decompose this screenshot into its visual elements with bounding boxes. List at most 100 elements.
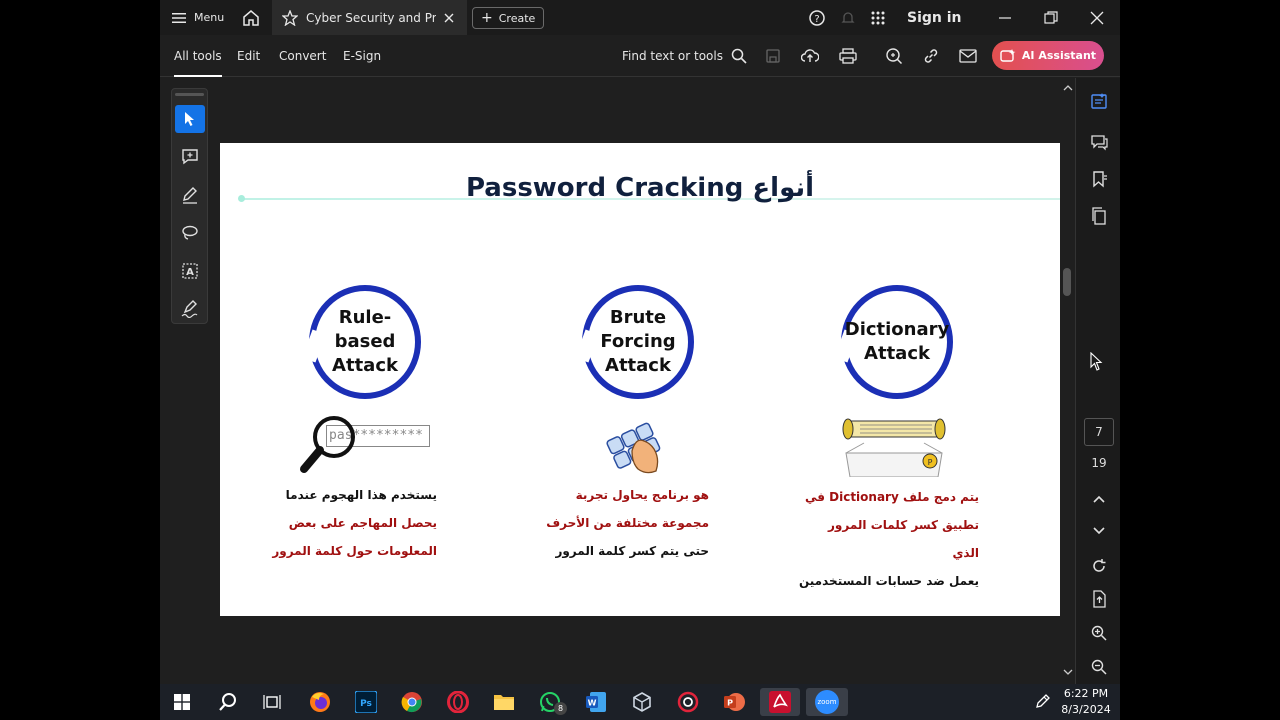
ai-assistant-label: AI Assistant xyxy=(1021,49,1097,62)
svg-text:Ps: Ps xyxy=(360,699,372,709)
apps-button[interactable] xyxy=(870,0,886,35)
notifications-button[interactable] xyxy=(840,0,856,35)
whatsapp-badge: 8 xyxy=(554,702,567,715)
extract-pages-button[interactable] xyxy=(1088,588,1110,610)
zoom-app[interactable]: zoom xyxy=(806,688,848,716)
page-export-icon xyxy=(1093,590,1106,608)
save-button[interactable] xyxy=(763,46,783,66)
zoom-out-icon xyxy=(1091,659,1107,675)
chrome-app[interactable] xyxy=(398,688,426,716)
pdf-reader-app[interactable] xyxy=(674,688,702,716)
photoshop-app[interactable]: Ps xyxy=(352,688,380,716)
swirl-app-icon xyxy=(677,691,699,713)
powerpoint-app[interactable]: P xyxy=(720,688,748,716)
acrobat-window: Menu Cyber Security and Prep... + Create… xyxy=(160,0,1120,684)
print-button[interactable] xyxy=(838,46,858,66)
svg-text:?: ? xyxy=(814,14,819,25)
text-box-tool-button[interactable]: A xyxy=(175,257,205,285)
scroll-up-arrow-icon[interactable] xyxy=(1063,84,1073,92)
chevron-down-icon xyxy=(1093,527,1105,535)
comments-panel-button[interactable] xyxy=(1088,131,1110,153)
opera-app[interactable] xyxy=(444,688,472,716)
clock-date: 8/3/2024 xyxy=(1061,703,1111,716)
tab-convert[interactable]: Convert xyxy=(279,35,326,77)
pen-tray-icon[interactable] xyxy=(1034,692,1052,710)
rotate-button[interactable] xyxy=(1088,555,1110,577)
brute-force-desc-line-2: مجموعة مختلفة من الأحرف xyxy=(546,516,709,530)
link-icon xyxy=(924,49,938,63)
brute-force-desc-line-1: هو برنامج يحاول تجربة xyxy=(575,488,709,502)
close-window-button[interactable] xyxy=(1090,0,1104,35)
search-document-button[interactable] xyxy=(884,46,904,66)
firefox-app[interactable] xyxy=(306,688,334,716)
tab-esign[interactable]: E-Sign xyxy=(343,35,381,77)
previous-page-button[interactable] xyxy=(1088,488,1110,510)
highlight-tool-button[interactable] xyxy=(175,181,205,209)
rail-handle[interactable] xyxy=(175,93,204,96)
home-button[interactable] xyxy=(242,0,260,35)
system-clock[interactable]: 6:22 PM 8/3/2024 xyxy=(1056,686,1116,718)
menu-button[interactable]: Menu xyxy=(172,0,224,35)
word-app[interactable]: W xyxy=(582,688,610,716)
close-tab-icon[interactable] xyxy=(444,13,454,23)
minimize-button[interactable] xyxy=(998,0,1012,35)
upload-button[interactable] xyxy=(800,46,820,66)
opera-icon xyxy=(447,691,469,713)
3d-viewer-app[interactable] xyxy=(628,688,656,716)
start-button[interactable] xyxy=(168,688,196,716)
keyboard-hand-icon xyxy=(606,422,661,474)
tab-edit[interactable]: Edit xyxy=(237,35,260,77)
signature-pen-icon xyxy=(181,300,198,318)
maximize-button[interactable] xyxy=(1044,0,1058,35)
next-page-button[interactable] xyxy=(1088,520,1110,542)
hamburger-icon xyxy=(172,12,186,23)
main-toolbar: All tools Edit Convert E-Sign Find text … xyxy=(160,35,1120,77)
help-button[interactable]: ? xyxy=(808,0,826,35)
rule-based-desc-line-1: يستخدم هذا الهجوم عندما xyxy=(285,488,437,502)
bell-icon xyxy=(841,11,855,23)
zoom-out-button[interactable] xyxy=(1088,656,1110,678)
tab-all-tools[interactable]: All tools xyxy=(174,35,222,77)
sign-in-button[interactable]: Sign in xyxy=(907,0,962,35)
vertical-scrollbar[interactable] xyxy=(1060,78,1075,684)
tools-panel-icon xyxy=(1091,93,1107,109)
lasso-icon xyxy=(182,225,198,240)
windows-logo-icon xyxy=(174,694,190,710)
comments-icon xyxy=(1091,135,1108,151)
document-viewport[interactable]: Password Cracking أنواع Rule-based Attac… xyxy=(215,78,1060,684)
add-comment-button[interactable] xyxy=(175,143,205,171)
acrobat-app[interactable] xyxy=(760,688,800,716)
current-page-input[interactable]: 7 xyxy=(1084,418,1114,446)
title-bar: Menu Cyber Security and Prep... + Create… xyxy=(160,0,1120,35)
select-tool-button[interactable] xyxy=(175,105,205,133)
find-tools-button[interactable]: Find text or tools xyxy=(622,35,747,77)
bookmarks-panel-button[interactable] xyxy=(1088,168,1110,190)
star-icon[interactable] xyxy=(282,9,298,26)
ai-assistant-button[interactable]: AI Assistant xyxy=(992,41,1104,70)
file-explorer-app[interactable] xyxy=(490,688,518,716)
document-tab[interactable]: Cyber Security and Prep... xyxy=(272,0,467,35)
rule-based-label: Rule-based Attack xyxy=(315,306,415,378)
help-icon: ? xyxy=(809,9,825,26)
whatsapp-app[interactable]: 8 xyxy=(536,688,567,716)
draw-tool-button[interactable] xyxy=(175,219,205,247)
home-icon xyxy=(243,9,259,26)
slide-title: Password Cracking أنواع xyxy=(465,173,815,203)
taskbar-search-button[interactable] xyxy=(214,688,242,716)
rule-based-label-line-1: Rule-based xyxy=(334,307,396,352)
scrollbar-thumb[interactable] xyxy=(1063,268,1071,296)
windows-taskbar: Ps 8 W P zoom 6:22 PM 8/3/2024 xyxy=(160,684,1120,720)
comment-add-icon xyxy=(182,149,198,165)
create-button[interactable]: + Create xyxy=(472,7,545,29)
rule-based-desc-line-2: يحصل المهاجم على بعض xyxy=(288,516,437,530)
sign-tool-button[interactable] xyxy=(175,295,205,323)
pages-panel-button[interactable] xyxy=(1088,205,1110,227)
scroll-down-arrow-icon[interactable] xyxy=(1063,668,1073,676)
email-button[interactable] xyxy=(958,46,978,66)
brute-force-desc-line-3: حتى يتم كسر كلمة المرور xyxy=(555,544,709,558)
share-link-button[interactable] xyxy=(921,46,941,66)
all-tools-panel-button[interactable] xyxy=(1088,90,1110,112)
document-search-icon xyxy=(886,48,903,65)
task-view-button[interactable] xyxy=(258,688,286,716)
zoom-in-button[interactable] xyxy=(1088,622,1110,644)
